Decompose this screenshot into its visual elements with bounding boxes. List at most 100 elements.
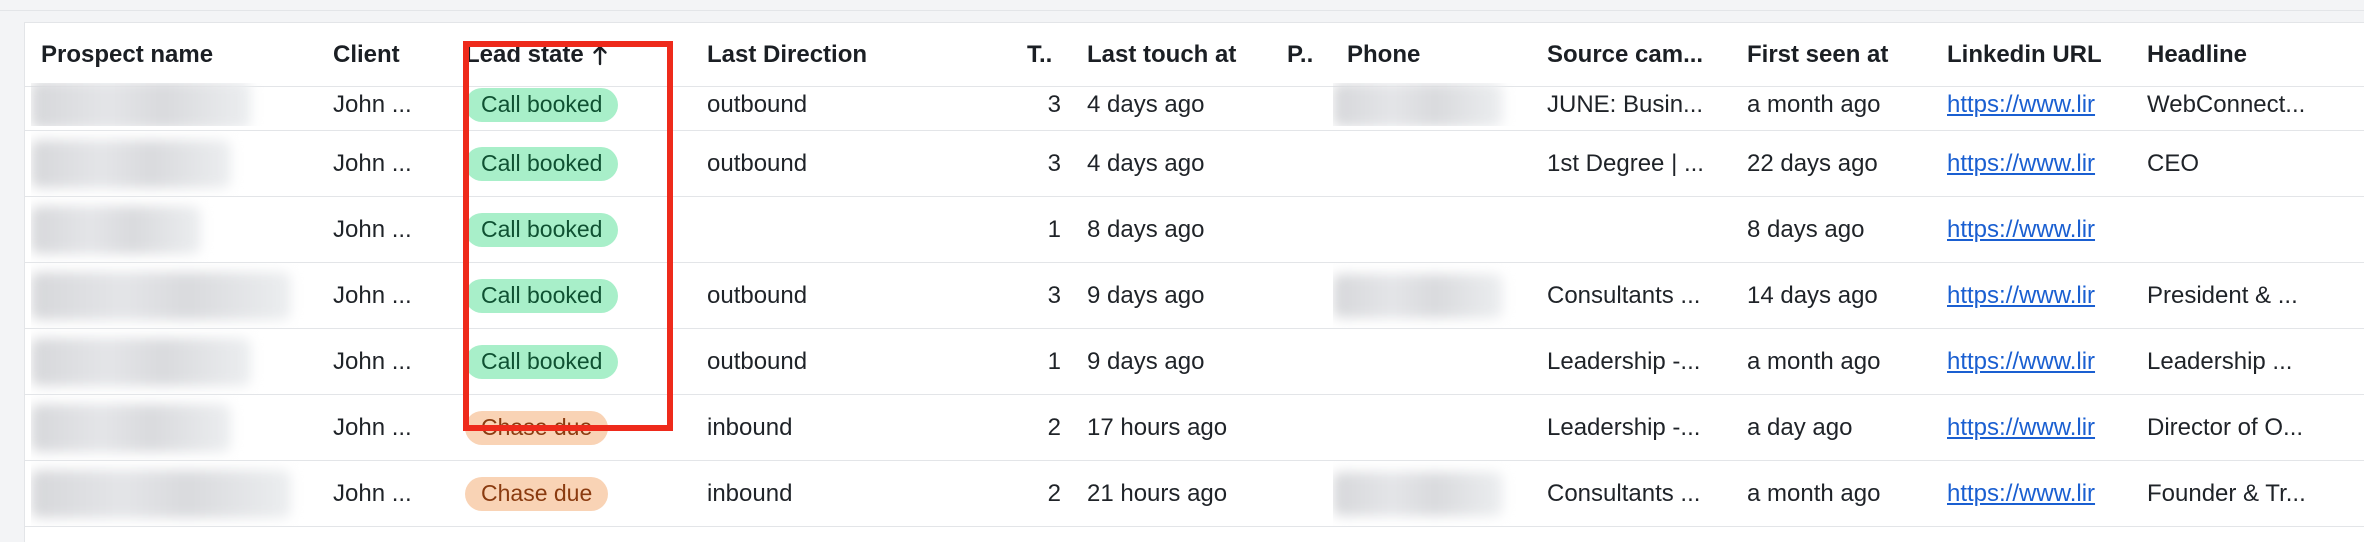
column-header-client[interactable]: Client xyxy=(333,23,443,87)
table-row[interactable]: John ... Chase due inbound 2 21 hours ago Con… xyxy=(25,461,2364,527)
redacted-prospect-name xyxy=(31,83,251,126)
column-header-p[interactable]: P.. xyxy=(1287,23,1327,87)
first-seen-value: 8 days ago xyxy=(1747,215,1865,243)
linkedin-link[interactable]: https://www.lir xyxy=(1947,348,2095,376)
first-seen-value: a month ago xyxy=(1747,479,1881,507)
column-header-label: Linkedin URL xyxy=(1947,41,2102,68)
phone-cell xyxy=(1333,131,1523,196)
first-seen-cell: a month ago xyxy=(1747,83,1937,126)
last-direction-value: outbound xyxy=(707,90,808,118)
linkedin-url-cell: https://www.lir xyxy=(1947,395,2137,460)
first-seen-cell: 8 days ago xyxy=(1747,197,1937,262)
lead-state-cell: Call booked xyxy=(465,131,665,196)
column-header-source-campaign[interactable]: Source cam... xyxy=(1547,23,1737,87)
lead-state-cell: Call booked xyxy=(465,197,665,262)
last-direction-cell: outbound xyxy=(707,131,967,196)
lead-state-badge[interactable]: Call booked xyxy=(465,344,619,379)
phone-cell xyxy=(1333,197,1523,262)
last-direction-value: inbound xyxy=(707,413,793,441)
client-value: John ... xyxy=(333,215,412,243)
last-touch-value: 9 days ago xyxy=(1087,347,1205,375)
first-seen-value: a month ago xyxy=(1747,90,1881,118)
last-direction-cell: outbound xyxy=(707,263,967,328)
last-touch-value: 17 hours ago xyxy=(1087,413,1228,441)
linkedin-link[interactable]: https://www.lir xyxy=(1947,480,2095,508)
prospects-table: Prospect name Client Lead state Last Dir… xyxy=(24,22,2364,542)
first-seen-value: 14 days ago xyxy=(1747,281,1878,309)
client-cell: John ... xyxy=(333,197,443,262)
first-seen-cell: a month ago xyxy=(1747,461,1937,526)
touches-cell: 2 xyxy=(1009,395,1061,460)
headline-value: Director of O... xyxy=(2147,413,2304,441)
column-header-headline[interactable]: Headline xyxy=(2147,23,2347,87)
arrow-up-icon[interactable] xyxy=(592,44,608,66)
client-value: John ... xyxy=(333,90,412,118)
linkedin-url-cell: https://www.lir xyxy=(1947,461,2137,526)
lead-state-badge[interactable]: Call booked xyxy=(465,278,619,313)
client-cell: John ... xyxy=(333,461,443,526)
last-touch-cell: 9 days ago xyxy=(1087,263,1277,328)
last-direction-cell: outbound xyxy=(707,329,967,394)
phone-cell xyxy=(1333,263,1523,328)
source-campaign-value: Leadership -... xyxy=(1547,413,1701,441)
table-row[interactable]: John ... Call booked outbound 3 4 days ago JU… xyxy=(25,83,2364,131)
lead-state-badge[interactable]: Call booked xyxy=(465,87,619,122)
linkedin-link[interactable]: https://www.lir xyxy=(1947,91,2095,119)
lead-state-badge[interactable]: Call booked xyxy=(465,146,619,181)
prospect-name-cell xyxy=(31,461,311,526)
client-value: John ... xyxy=(333,149,412,177)
first-seen-value: 22 days ago xyxy=(1747,149,1878,177)
table-row[interactable]: John ... Call booked outbound 3 4 days ago 1s… xyxy=(25,131,2364,197)
column-header-t[interactable]: T.. xyxy=(1027,23,1067,87)
headline-value: WebConnect... xyxy=(2147,90,2306,118)
column-header-last-touch[interactable]: Last touch at xyxy=(1087,23,1277,87)
column-header-last-direction[interactable]: Last Direction xyxy=(707,23,967,87)
column-header-lead-state[interactable]: Lead state xyxy=(465,23,695,87)
source-campaign-cell: Consultants ... xyxy=(1547,461,1737,526)
linkedin-link[interactable]: https://www.lir xyxy=(1947,216,2095,244)
client-cell: John ... xyxy=(333,131,443,196)
table-row[interactable]: John ... Chase due inbound 2 17 hours ago Lea… xyxy=(25,395,2364,461)
lead-state-badge[interactable]: Chase due xyxy=(465,410,609,445)
table-row[interactable]: John ... Call booked 1 8 days ago 8 days ago… xyxy=(25,197,2364,263)
prospect-name-cell xyxy=(31,197,311,262)
headline-cell: CEO xyxy=(2147,131,2347,196)
prospect-name-cell xyxy=(31,263,311,328)
table-row[interactable]: John ... Call booked outbound 3 9 days ago Co… xyxy=(25,263,2364,329)
source-campaign-cell: JUNE: Busin... xyxy=(1547,83,1737,126)
linkedin-url-cell: https://www.lir xyxy=(1947,329,2137,394)
client-value: John ... xyxy=(333,479,412,507)
linkedin-link[interactable]: https://www.lir xyxy=(1947,414,2095,442)
touches-cell: 3 xyxy=(1009,263,1061,328)
source-campaign-cell: Leadership -... xyxy=(1547,395,1737,460)
first-seen-value: a month ago xyxy=(1747,347,1881,375)
last-touch-cell: 4 days ago xyxy=(1087,131,1277,196)
source-campaign-cell: Leadership -... xyxy=(1547,329,1737,394)
lead-state-cell: Call booked xyxy=(465,329,665,394)
linkedin-link[interactable]: https://www.lir xyxy=(1947,150,2095,178)
last-touch-value: 8 days ago xyxy=(1087,215,1205,243)
client-cell: John ... xyxy=(333,263,443,328)
last-direction-cell: inbound xyxy=(707,395,967,460)
redacted-prospect-name xyxy=(31,205,201,254)
touches-cell: 2 xyxy=(1009,461,1061,526)
linkedin-url-cell: https://www.lir xyxy=(1947,83,2137,126)
source-campaign-value: 1st Degree | ... xyxy=(1547,149,1704,177)
column-header-phone[interactable]: Phone xyxy=(1347,23,1507,87)
touches-value: 2 xyxy=(1047,413,1061,441)
column-header-label: Phone xyxy=(1347,41,1421,68)
lead-state-badge[interactable]: Call booked xyxy=(465,212,619,247)
column-header-label: Source cam... xyxy=(1547,41,1704,68)
redacted-prospect-name xyxy=(31,271,291,320)
lead-state-badge[interactable]: Chase due xyxy=(465,476,609,511)
column-header-linkedin-url[interactable]: Linkedin URL xyxy=(1947,23,2137,87)
column-header-first-seen[interactable]: First seen at xyxy=(1747,23,1937,87)
linkedin-link[interactable]: https://www.lir xyxy=(1947,282,2095,310)
source-campaign-cell xyxy=(1547,197,1737,262)
lead-state-cell: Chase due xyxy=(465,395,665,460)
column-header-prospect-name[interactable]: Prospect name xyxy=(41,23,321,87)
table-row[interactable]: John ... Call booked outbound 1 9 days ago Le… xyxy=(25,329,2364,395)
last-direction-value: outbound xyxy=(707,149,808,177)
touches-value: 1 xyxy=(1047,347,1061,375)
last-touch-value: 4 days ago xyxy=(1087,90,1205,118)
